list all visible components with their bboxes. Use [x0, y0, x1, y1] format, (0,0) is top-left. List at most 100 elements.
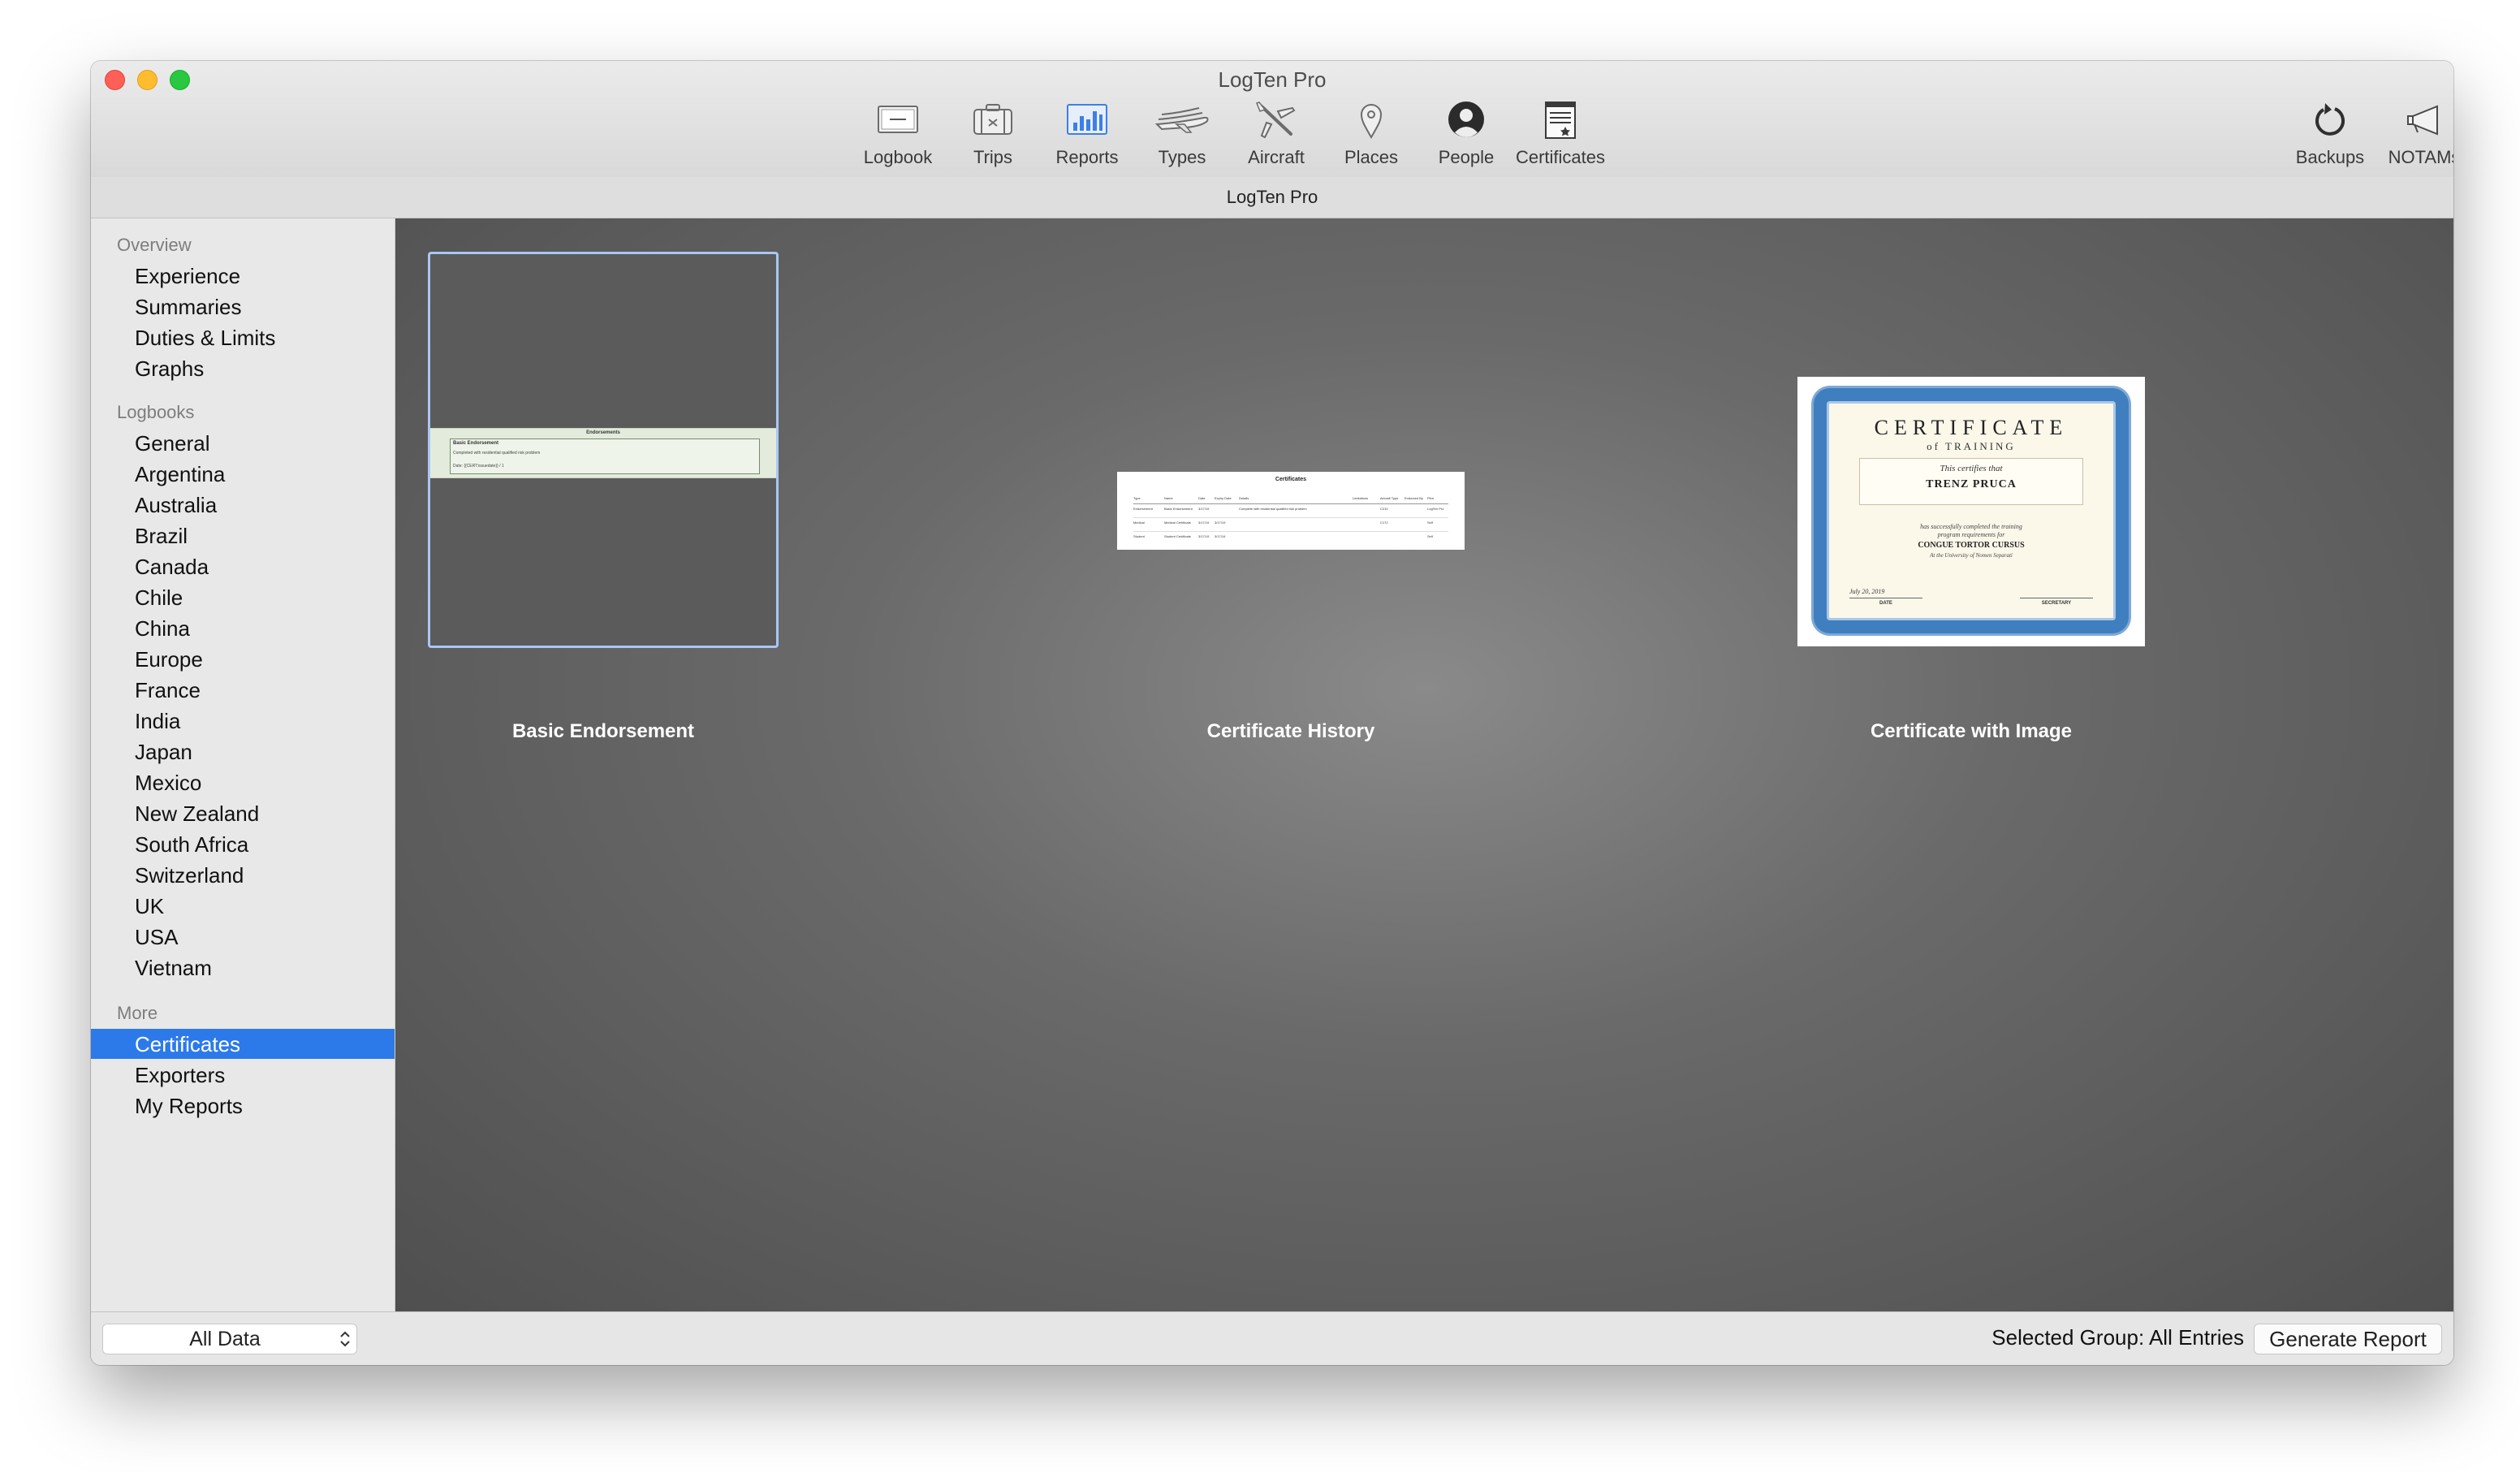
- certificate-program-text: program requirements for: [1937, 531, 2005, 538]
- airplane-types-icon: [1154, 107, 1209, 133]
- sidebar-item-experience[interactable]: Experience: [135, 264, 240, 289]
- sidebar-item-uk[interactable]: UK: [135, 894, 164, 919]
- logbook-icon: [878, 106, 918, 133]
- certificate-course-name: CONGUE TORTOR CURSUS: [1918, 541, 2025, 550]
- report-card-basic-endorsement[interactable]: Endorsements Basic Endorsement Completed…: [428, 252, 779, 648]
- thumb-body-box: Basic Endorsement Completed with residen…: [450, 438, 760, 474]
- table-row: Medical Medical Certificate 3/17/19 3/17…: [1133, 518, 1448, 532]
- sidebar-item-switzerland[interactable]: Switzerland: [135, 863, 244, 888]
- basic-endorsement-thumbnail: Endorsements Basic Endorsement Completed…: [430, 428, 776, 478]
- toolbar-certificates-button[interactable]: Certificates: [1512, 100, 1609, 173]
- certificate-completed-text: has successfully completed the training: [1920, 523, 2022, 530]
- sidebar-item-summaries[interactable]: Summaries: [135, 295, 241, 320]
- certificate-subheading: of TRAINING: [1927, 440, 2016, 452]
- airplane-icon: [1256, 102, 1296, 139]
- history-col-pilot: Pilot: [1427, 496, 1434, 500]
- toolbar-notams-button[interactable]: NOTAMs: [2375, 100, 2453, 173]
- table-cell: 3/17/19: [1198, 507, 1210, 511]
- sidebar: Overview Experience Summaries Duties & L…: [91, 218, 395, 1311]
- sidebar-item-general[interactable]: General: [135, 431, 210, 456]
- generate-report-button[interactable]: Generate Report: [2254, 1324, 2442, 1354]
- report-gallery: Endorsements Basic Endorsement Completed…: [395, 218, 2453, 1311]
- sidebar-item-chile[interactable]: Chile: [135, 585, 183, 611]
- person-icon: [1448, 102, 1484, 137]
- sidebar-item-my-reports[interactable]: My Reports: [135, 1094, 243, 1119]
- sidebar-item-china[interactable]: China: [135, 616, 190, 641]
- report-label-certificate-with-image[interactable]: Certificate with Image: [1760, 720, 2182, 743]
- table-cell: LogTen Pro: [1427, 507, 1444, 511]
- certificate-secretary-label: SECRETARY: [2041, 601, 2072, 606]
- table-cell: 3/17/19: [1215, 521, 1226, 525]
- sidebar-header-overview: Overview: [117, 235, 192, 255]
- window-subtitle-bar: LogTen Pro: [91, 177, 2453, 218]
- sidebar-item-brazil[interactable]: Brazil: [135, 524, 188, 549]
- chevron-up-down-icon: [339, 1324, 352, 1362]
- sidebar-item-mexico[interactable]: Mexico: [135, 771, 201, 796]
- table-cell: C210: [1380, 507, 1388, 511]
- table-cell: Complete with residential qualified risk…: [1239, 507, 1307, 511]
- sidebar-item-usa[interactable]: USA: [135, 925, 178, 950]
- sidebar-item-france[interactable]: France: [135, 678, 201, 703]
- thumb-line1: Completed with residential qualified ris…: [453, 451, 541, 456]
- sidebar-item-japan[interactable]: Japan: [135, 740, 192, 765]
- report-card-certificate-history[interactable]: Certificates Type Name Date Expiry Date …: [1117, 472, 1465, 550]
- toolbar-notams-label: NOTAMs: [2388, 147, 2453, 167]
- table-cell: 3/17/19: [1198, 521, 1210, 525]
- report-card-certificate-with-image[interactable]: CERTIFICATE of TRAINING This certifies t…: [1797, 377, 2145, 646]
- thumb-title: Basic Endorsement: [453, 441, 499, 446]
- sidebar-item-exporters[interactable]: Exporters: [135, 1063, 225, 1088]
- table-row: Endorsement Basic Endorsement 3/17/19 Co…: [1133, 504, 1448, 518]
- sidebar-item-certificates[interactable]: Certificates: [135, 1032, 240, 1057]
- table-cell: Student: [1133, 534, 1145, 538]
- table-cell: Self: [1427, 534, 1433, 538]
- certificate-heading: CERTIFICATE: [1874, 416, 2069, 439]
- sidebar-item-duties-limits[interactable]: Duties & Limits: [135, 326, 275, 351]
- table-cell: Medical Certificate: [1164, 521, 1191, 525]
- certificate-place-text: At the University of Nomen Separati: [1930, 552, 2013, 559]
- history-thumb-table: Type Name Date Expiry Date Details Limit…: [1133, 496, 1448, 545]
- sidebar-item-europe[interactable]: Europe: [135, 647, 203, 672]
- title-bar: LogTen Pro Logbook Trips Reports Types A…: [91, 61, 2453, 178]
- table-cell: Basic Endorsement: [1164, 507, 1193, 511]
- sidebar-item-argentina[interactable]: Argentina: [135, 462, 225, 487]
- table-cell: C172: [1380, 521, 1388, 525]
- bottom-bar: All Data Selected Group: All Entries Gen…: [91, 1311, 2453, 1365]
- table-cell: 3/17/19: [1215, 534, 1226, 538]
- sidebar-header-logbooks: Logbooks: [117, 402, 195, 422]
- suitcase-icon: [973, 104, 1012, 135]
- table-cell: Student Certificate: [1164, 534, 1191, 538]
- history-col-type: Type: [1133, 496, 1141, 500]
- table-cell: Medical: [1133, 521, 1145, 525]
- report-label-certificate-history[interactable]: Certificate History: [1080, 720, 1502, 743]
- sidebar-item-india[interactable]: India: [135, 709, 180, 734]
- history-col-expiry: Expiry Date: [1215, 496, 1232, 500]
- history-header-row: Type Name Date Expiry Date Details Limit…: [1133, 496, 1448, 504]
- thumb-line2: Date: {{CERT:issuedate}} / 1: [453, 464, 504, 469]
- certificate-certifies-text: This certifies that: [1940, 464, 2003, 473]
- sidebar-item-new-zealand[interactable]: New Zealand: [135, 801, 259, 827]
- sidebar-item-south-africa[interactable]: South Africa: [135, 832, 248, 857]
- history-col-name: Name: [1164, 496, 1173, 500]
- report-label-basic-endorsement[interactable]: Basic Endorsement: [392, 720, 814, 743]
- sidebar-header-more: More: [117, 1003, 158, 1023]
- sidebar-item-canada[interactable]: Canada: [135, 555, 209, 580]
- history-col-limitations: Limitations: [1353, 496, 1369, 500]
- thumb-heading: Endorsements: [586, 430, 620, 435]
- sidebar-item-vietnam[interactable]: Vietnam: [135, 956, 212, 981]
- sidebar-item-australia[interactable]: Australia: [135, 493, 217, 518]
- history-col-details: Details: [1239, 496, 1249, 500]
- data-filter-popup[interactable]: All Data: [102, 1324, 357, 1354]
- backup-icon: [2315, 103, 2345, 136]
- toolbar-certificates-label: Certificates: [1515, 147, 1606, 167]
- table-cell: Self: [1427, 521, 1433, 525]
- certificate-ornate-border: CERTIFICATE of TRAINING This certifies t…: [1814, 388, 2129, 633]
- app-window: LogTen Pro Logbook Trips Reports Types A…: [91, 61, 2453, 1365]
- history-col-aircraft: Aircraft Type: [1380, 496, 1399, 500]
- selected-group-label: Selected Group: All Entries: [1991, 1325, 2244, 1350]
- certificate-recipient-name: TRENZ PRUCA: [1926, 478, 2017, 490]
- certificate-date-value: July 20, 2019: [1849, 588, 1885, 595]
- table-cell: Endorsement: [1133, 507, 1153, 511]
- window-title: LogTen Pro: [1218, 67, 1327, 92]
- sidebar-item-graphs[interactable]: Graphs: [135, 356, 204, 382]
- history-thumb-title: Certificates: [1275, 477, 1307, 482]
